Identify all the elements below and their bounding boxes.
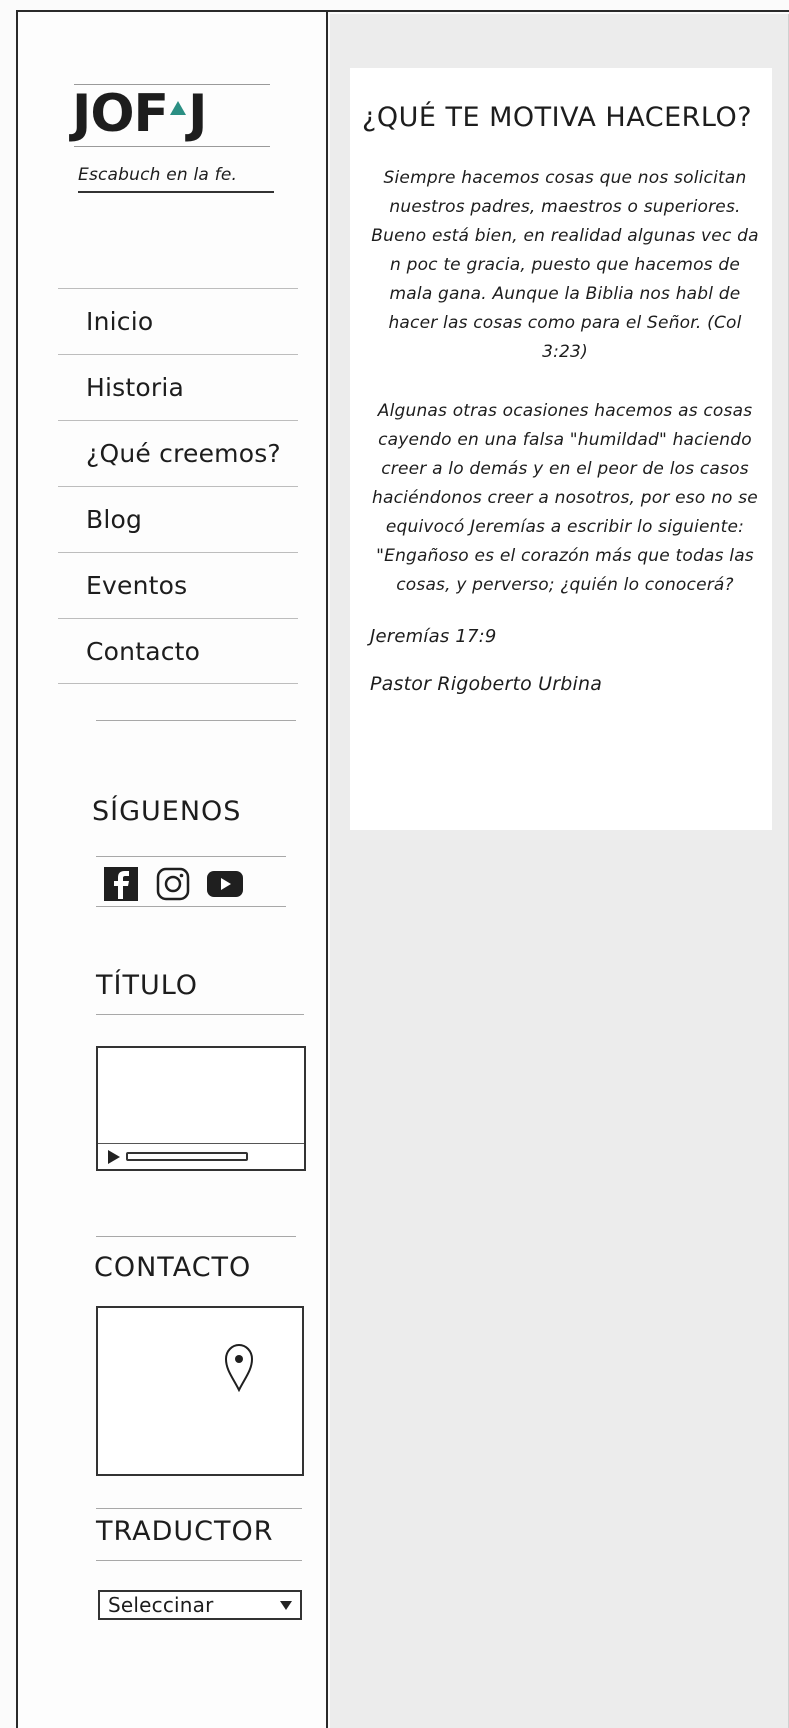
video-title-rule bbox=[96, 1014, 304, 1015]
nav-item-eventos[interactable]: Eventos bbox=[58, 552, 298, 618]
logo-text-left: JOF bbox=[72, 84, 169, 144]
play-icon[interactable] bbox=[108, 1149, 120, 1164]
article-paragraph-2: Algunas otras ocasiones hacemos as cosas… bbox=[372, 401, 758, 595]
article-card: ¿QUÉ TE MOTIVA HACERLO? Siempre hacemos … bbox=[350, 68, 772, 830]
nav-item-que-creemos[interactable]: ¿Qué creemos? bbox=[58, 420, 298, 486]
social-rule bbox=[96, 856, 286, 857]
map-pin-icon bbox=[224, 1343, 254, 1392]
contact-title: CONTACTO bbox=[94, 1252, 252, 1283]
instagram-icon[interactable] bbox=[154, 866, 192, 902]
nav-item-contacto[interactable]: Contacto bbox=[58, 618, 298, 684]
contact-map[interactable] bbox=[96, 1306, 304, 1476]
article-body: Siempre hacemos cosas que nos solicitan … bbox=[370, 164, 760, 695]
translator-title-rule bbox=[96, 1560, 302, 1561]
social-bottom-rule bbox=[96, 906, 286, 907]
language-select[interactable]: Seleccinar bbox=[98, 1590, 302, 1620]
logo-text-right: J bbox=[188, 84, 207, 144]
nav-item-inicio[interactable]: Inicio bbox=[58, 288, 298, 354]
youtube-icon[interactable] bbox=[206, 866, 244, 902]
chevron-down-icon bbox=[280, 1600, 292, 1610]
video-progress-track[interactable] bbox=[126, 1152, 248, 1161]
language-select-value: Seleccinar bbox=[108, 1593, 214, 1617]
facebook-icon[interactable] bbox=[102, 866, 140, 902]
video-title: TÍTULO bbox=[96, 970, 199, 1001]
nav-item-blog[interactable]: Blog bbox=[58, 486, 298, 552]
tagline: Escabuch en la fe. bbox=[78, 165, 274, 193]
article-title: ¿QUÉ TE MOTIVA HACERLO? bbox=[362, 102, 753, 133]
article-citation: Jeremías 17:9 bbox=[370, 626, 497, 647]
logo-bottom-rule bbox=[74, 146, 270, 147]
logo[interactable]: JOF J bbox=[72, 82, 262, 146]
translator-top-rule bbox=[96, 1508, 302, 1509]
translator-title: TRADUCTOR bbox=[96, 1516, 274, 1547]
triangle-icon bbox=[170, 101, 187, 115]
video-player[interactable] bbox=[96, 1046, 306, 1171]
social-title: SÍGUENOS bbox=[92, 796, 242, 827]
contact-top-rule bbox=[96, 1236, 296, 1237]
article-paragraph-1: Siempre hacemos cosas que nos solicitan … bbox=[371, 168, 759, 362]
main-nav: Inicio Historia ¿Qué creemos? Blog Event… bbox=[58, 288, 298, 684]
article-author: Pastor Rigoberto Urbina bbox=[370, 673, 603, 695]
social-icons bbox=[102, 862, 282, 906]
social-top-rule bbox=[96, 720, 296, 721]
nav-item-historia[interactable]: Historia bbox=[58, 354, 298, 420]
video-controls bbox=[98, 1143, 304, 1169]
